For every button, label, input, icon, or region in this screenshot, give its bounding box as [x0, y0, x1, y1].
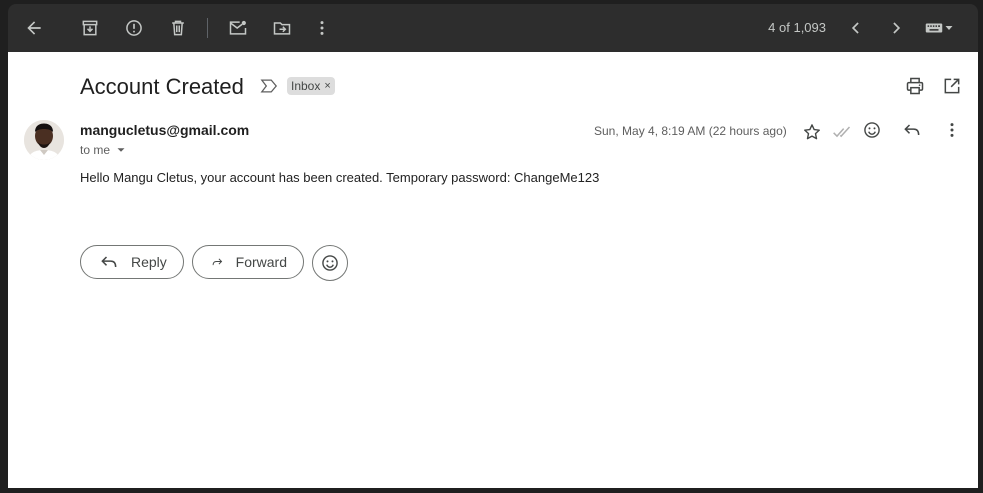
emoji-icon	[864, 122, 880, 138]
reply-button[interactable]: Reply	[80, 245, 184, 279]
star-button[interactable]	[800, 120, 824, 144]
message-date: Sun, May 4, 8:19 AM (22 hours ago)	[594, 124, 787, 138]
forward-button-label: Forward	[235, 254, 287, 270]
open-in-new-window-button[interactable]	[940, 74, 964, 98]
sender-avatar[interactable]	[24, 120, 64, 160]
reply-button-label: Reply	[131, 254, 167, 270]
more-vert-icon	[320, 21, 324, 35]
reply-button-header[interactable]	[900, 118, 924, 142]
double-check-icon	[833, 126, 851, 138]
toolbar-divider	[207, 18, 208, 38]
newer-message-button[interactable]	[840, 12, 872, 44]
chevron-right-icon	[893, 22, 901, 34]
trash-icon	[172, 20, 184, 36]
move-to-folder-icon	[273, 22, 291, 35]
reply-icon	[101, 256, 117, 268]
delete-button[interactable]	[162, 12, 194, 44]
more-options-button[interactable]	[306, 12, 338, 44]
star-icon	[804, 124, 820, 140]
add-reaction-button[interactable]	[860, 118, 884, 142]
recipient-details-toggle[interactable]: to me	[80, 143, 128, 157]
older-message-button[interactable]	[880, 12, 912, 44]
more-vert-icon	[950, 123, 954, 137]
emoji-icon	[322, 255, 338, 271]
emoji-reaction-button[interactable]	[312, 245, 348, 281]
report-spam-button[interactable]	[118, 12, 150, 44]
message-view: Account Created Inbox × mangucletus@gmai…	[8, 52, 978, 488]
message-subject: Account Created	[80, 74, 244, 99]
chevron-left-icon	[851, 22, 859, 34]
print-all-button[interactable]	[903, 74, 927, 98]
recipient-text: to me	[80, 143, 111, 157]
archive-icon	[82, 20, 98, 36]
forward-button[interactable]: Forward	[192, 245, 304, 279]
message-toolbar: 4 of 1,093	[8, 4, 978, 52]
label-chip-text: Inbox	[291, 79, 321, 93]
dropdown-arrow-icon	[117, 148, 125, 152]
sender-photo	[24, 120, 64, 160]
print-icon	[906, 77, 924, 95]
mark-unread-icon	[229, 20, 247, 35]
keyboard-icon	[925, 23, 943, 33]
message-count: 4 of 1,093	[768, 20, 826, 35]
read-receipt-indicator	[830, 120, 854, 144]
archive-button[interactable]	[74, 12, 106, 44]
label-chip-inbox[interactable]: Inbox ×	[287, 77, 335, 95]
mark-unread-button[interactable]	[222, 12, 254, 44]
back-button[interactable]	[18, 12, 50, 44]
arrow-back-icon	[27, 21, 41, 35]
move-to-button[interactable]	[266, 12, 298, 44]
importance-marker-icon[interactable]	[260, 78, 278, 94]
input-tools-button[interactable]	[920, 12, 960, 44]
open-in-new-icon	[944, 78, 960, 94]
report-icon	[126, 20, 142, 36]
remove-label-button[interactable]: ×	[324, 77, 330, 95]
sender-email[interactable]: mangucletus@gmail.com	[80, 122, 249, 138]
forward-icon	[212, 258, 223, 266]
dropdown-arrow-icon	[945, 26, 953, 30]
message-more-button[interactable]	[940, 118, 964, 142]
message-body: Hello Mangu Cletus, your account has bee…	[80, 170, 600, 185]
reply-icon	[904, 124, 920, 136]
